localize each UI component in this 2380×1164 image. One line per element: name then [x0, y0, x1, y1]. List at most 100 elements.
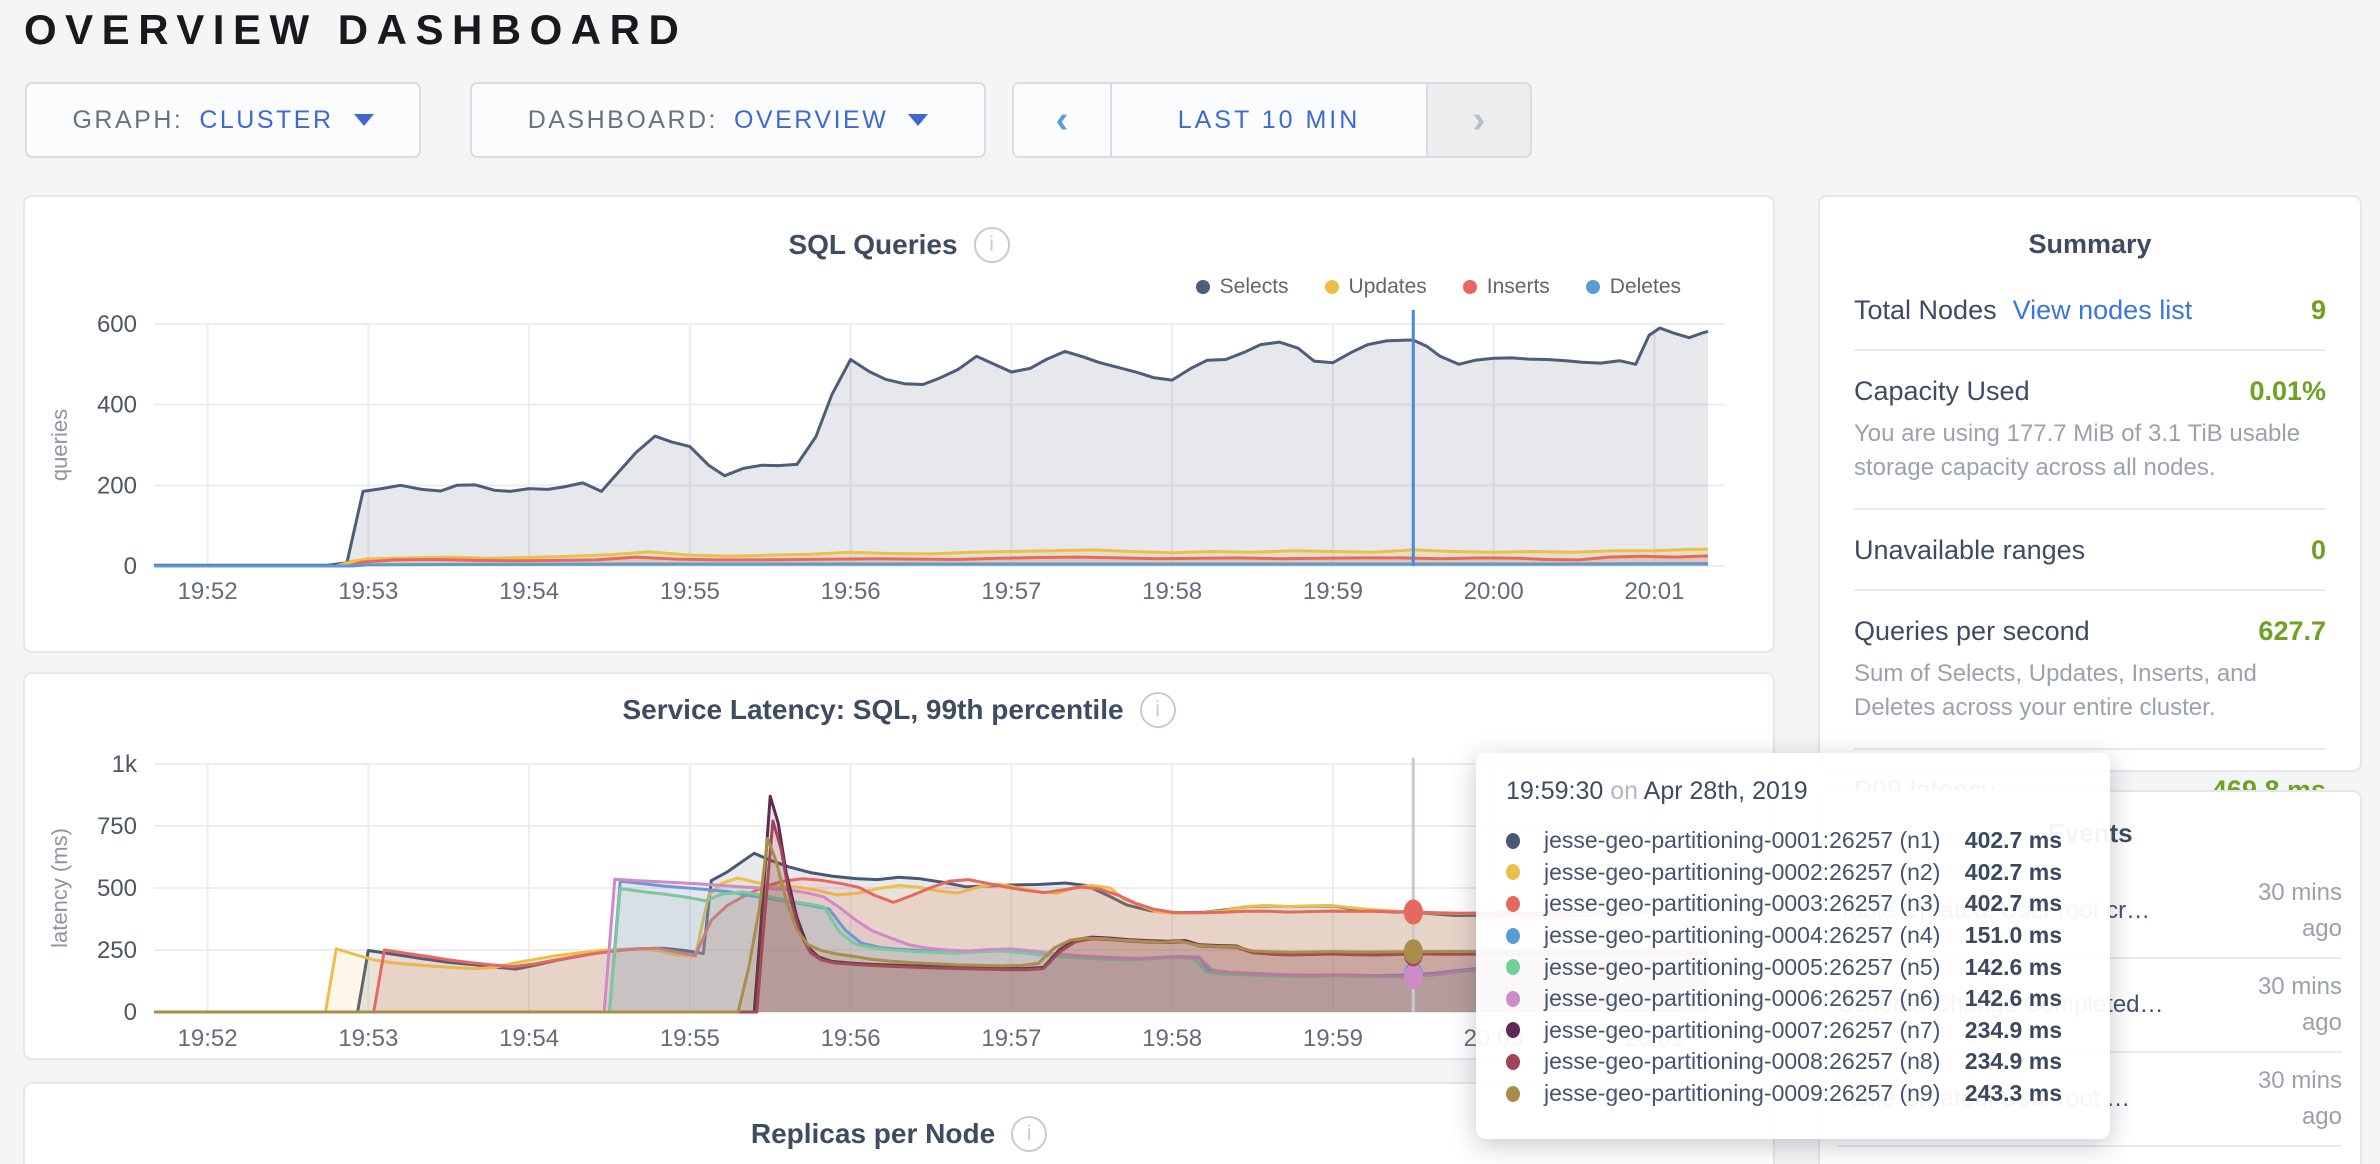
summary-row-line: Capacity Used 0.01% — [1854, 376, 2326, 407]
tooltip-conjunction: on — [1610, 777, 1643, 805]
x-axis-tick-label: 19:52 — [178, 578, 238, 605]
x-axis-tick-label: 19:53 — [338, 578, 398, 605]
y-axis-tick-label: 750 — [97, 813, 137, 840]
crosshair-dot-icon — [1404, 900, 1423, 925]
x-axis-tick-label: 19:56 — [821, 578, 881, 605]
tooltip-node-value: 402.7 ms — [1965, 827, 2062, 854]
tooltip-node-name: jesse-geo-partitioning-0009:26257 (n9) — [1544, 1080, 1940, 1107]
tooltip-node-value: 402.7 ms — [1965, 859, 2062, 886]
y-axis-title: queries — [47, 409, 72, 481]
page-title: OVERVIEW DASHBOARD — [24, 6, 687, 54]
y-axis-title: latency (ms) — [47, 828, 72, 948]
series-dot-icon — [1506, 928, 1520, 944]
series-dot-icon — [1506, 1086, 1520, 1102]
time-prev-button[interactable]: ‹ — [1012, 82, 1112, 158]
crosshair-dot-icon — [1404, 964, 1423, 989]
dashboard-dropdown[interactable]: DASHBOARD: OVERVIEW — [470, 82, 986, 158]
event-timestamp: 30 mins ago — [2224, 875, 2342, 947]
y-axis-tick-label: 400 — [97, 392, 137, 419]
tooltip-node-name: jesse-geo-partitioning-0002:26257 (n2) — [1544, 859, 1940, 886]
y-axis-tick-label: 250 — [97, 937, 137, 964]
graph-dropdown-value: CLUSTER — [199, 106, 333, 135]
chevron-right-icon: › — [1473, 101, 1486, 139]
x-axis-tick-label: 19:57 — [981, 1025, 1041, 1052]
time-range-display[interactable]: LAST 10 MIN — [1110, 82, 1428, 158]
overview-dashboard-page: OVERVIEW DASHBOARD GRAPH: CLUSTER DASHBO… — [0, 0, 2380, 1164]
summary-rows: Total NodesView nodes list9Capacity Used… — [1820, 260, 2360, 829]
event-row-3: Table Created: User root cr…30 mins ago — [1838, 1145, 2342, 1164]
dashboard-dropdown-label: DASHBOARD: — [528, 106, 718, 135]
y-axis-tick-label: 200 — [97, 472, 137, 499]
x-axis-tick-label: 19:55 — [660, 1025, 720, 1052]
tooltip-node-name: jesse-geo-partitioning-0006:26257 (n6) — [1544, 985, 1940, 1012]
summary-row-line: Unavailable ranges 0 — [1854, 535, 2326, 566]
summary-row-2: Unavailable ranges 0 — [1854, 510, 2326, 591]
event-timestamp: 30 mins ago — [2224, 1157, 2342, 1164]
series-dot-icon — [1506, 991, 1520, 1007]
x-axis-tick-label: 19:57 — [981, 578, 1041, 605]
summary-row-label: Total Nodes — [1854, 295, 1997, 326]
tooltip-row-5: jesse-geo-partitioning-0005:26257 (n5)14… — [1506, 951, 2062, 983]
tooltip-node-name: jesse-geo-partitioning-0004:26257 (n4) — [1544, 922, 1940, 949]
crosshair-dot-icon — [1404, 939, 1423, 964]
x-axis-tick-label: 19:58 — [1142, 578, 1202, 605]
chevron-left-icon: ‹ — [1056, 101, 1069, 139]
x-axis-tick-label: 20:00 — [1464, 578, 1524, 605]
tooltip-node-name: jesse-geo-partitioning-0008:26257 (n8) — [1544, 1048, 1940, 1075]
summary-title: Summary — [1820, 197, 2360, 260]
tooltip-node-value: 151.0 ms — [1965, 922, 2062, 949]
x-axis-tick-label: 19:54 — [499, 1025, 559, 1052]
tooltip-row-9: jesse-geo-partitioning-0009:26257 (n9) 24… — [1506, 1078, 2062, 1110]
y-axis-tick-label: 500 — [97, 875, 137, 902]
x-axis-tick-label: 19:59 — [1303, 1025, 1363, 1052]
info-icon[interactable]: i — [1011, 1116, 1047, 1152]
tooltip-node-name: jesse-geo-partitioning-0003:26257 (n3) — [1544, 890, 1940, 917]
summary-row-subtext: You are using 177.7 MiB of 3.1 TiB usabl… — [1854, 417, 2326, 485]
y-axis-tick-label: 600 — [97, 311, 137, 338]
series-dot-icon — [1506, 1022, 1520, 1038]
time-next-button[interactable]: › — [1426, 82, 1532, 158]
chevron-down-icon — [354, 114, 374, 126]
tooltip-node-name: jesse-geo-partitioning-0001:26257 (n1) — [1544, 827, 1940, 854]
series-dot-icon — [1506, 833, 1520, 849]
summary-row-line: Total NodesView nodes list9 — [1854, 295, 2326, 326]
sql-queries-card: SQL Queries i SelectsUpdatesInsertsDelet… — [23, 195, 1775, 653]
summary-row-line: Queries per second627.7 — [1854, 616, 2326, 647]
graph-dropdown[interactable]: GRAPH: CLUSTER — [25, 82, 421, 158]
view-nodes-list-link[interactable]: View nodes list — [2013, 295, 2193, 326]
series-dot-icon — [1506, 1054, 1520, 1070]
y-axis-tick-label: 0 — [124, 553, 137, 580]
summary-row-value: 0.01% — [2249, 376, 2326, 407]
tooltip-row-4: jesse-geo-partitioning-0004:26257 (n4) 15… — [1506, 920, 2062, 952]
tooltip-node-name: jesse-geo-partitioning-0007:26257 (n7) — [1544, 1017, 1940, 1044]
chart-tooltip: 19:59:30 on Apr 28th, 2019 jesse-geo-par… — [1476, 753, 2110, 1139]
summary-row-subtext: Sum of Selects, Updates, Inserts, and De… — [1854, 657, 2326, 725]
tooltip-header: 19:59:30 on Apr 28th, 2019 — [1506, 777, 2062, 806]
tooltip-node-value: 234.9 ms — [1965, 1017, 2062, 1044]
event-timestamp: 30 mins ago — [2224, 1063, 2342, 1135]
y-axis-tick-label: 0 — [124, 999, 137, 1026]
x-axis-tick-label: 19:54 — [499, 578, 559, 605]
tooltip-node-value: 243.3 ms — [1965, 1080, 2062, 1107]
event-timestamp: 30 mins ago — [2224, 969, 2342, 1041]
graph-dropdown-label: GRAPH: — [72, 106, 183, 135]
time-range-selector: ‹ LAST 10 MIN › — [1012, 82, 1532, 158]
summary-row-value: 627.7 — [2258, 616, 2326, 647]
tooltip-node-name: jesse-geo-partitioning-0005:26257 (n5) — [1544, 954, 1940, 981]
x-axis-tick-label: 19:59 — [1303, 578, 1363, 605]
series-dot-icon — [1506, 864, 1520, 880]
x-axis-tick-label: 20:01 — [1624, 578, 1684, 605]
tooltip-time: 19:59:30 — [1506, 777, 1603, 805]
x-axis-tick-label: 19:52 — [178, 1025, 238, 1052]
summary-row-0: Total NodesView nodes list9 — [1854, 270, 2326, 351]
series-dot-icon — [1506, 896, 1520, 912]
summary-row-value: 0 — [2311, 535, 2326, 566]
tooltip-node-value: 234.9 ms — [1965, 1048, 2062, 1075]
tooltip-node-value: 402.7 ms — [1965, 890, 2062, 917]
summary-row-label: Capacity Used — [1854, 376, 2030, 407]
tooltip-row-7: jesse-geo-partitioning-0007:26257 (n7) 23… — [1506, 1015, 2062, 1047]
series-dot-icon — [1506, 959, 1520, 975]
x-axis-tick-label: 19:53 — [338, 1025, 398, 1052]
tooltip-row-2: jesse-geo-partitioning-0002:26257 (n2) 40… — [1506, 857, 2062, 889]
summary-row-label: Unavailable ranges — [1854, 535, 2085, 566]
